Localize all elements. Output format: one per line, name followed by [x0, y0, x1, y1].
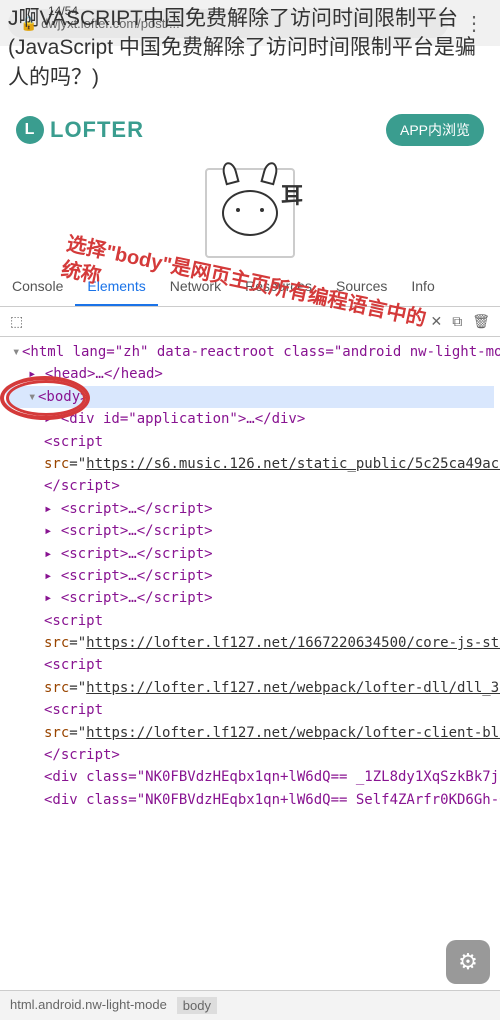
script-src-2[interactable]: src="https://lofter.lf127.net/1667220634…	[6, 632, 494, 654]
script-src-1[interactable]: src="https://s6.music.126.net/static_pub…	[6, 453, 494, 475]
inspect-icon[interactable]: ⬚	[10, 313, 23, 330]
script-line-2[interactable]: <script	[6, 610, 494, 632]
script-line-3[interactable]: <script	[6, 654, 494, 676]
avatar-section: 耳	[0, 154, 500, 268]
tab-network[interactable]: Network	[158, 268, 233, 306]
tab-counter: 14/54	[48, 4, 78, 18]
lofter-header: L LOFTER APP内浏览	[0, 106, 500, 154]
script-collapsed-2[interactable]: ▸ <script>…</script>	[6, 520, 494, 542]
script-line-1[interactable]: <script	[6, 431, 494, 453]
devtools-tab-bar: Console Elements Network Resources Sourc…	[0, 268, 500, 307]
body-tag-line[interactable]: ▾<body>	[6, 386, 494, 408]
browser-address-bar: 14/54 🔒 dwjyxt.lofter.com/post/... ⋮	[0, 0, 500, 46]
script-line-4[interactable]: <script	[6, 699, 494, 721]
script-close-1[interactable]: </script>	[6, 475, 494, 497]
lofter-logo-text: LOFTER	[50, 117, 144, 143]
close-icon[interactable]: ✕	[430, 313, 442, 330]
div-line-2[interactable]: <div class="NK0FBVdzHEqbx1qn+lW6dQ== Sel…	[6, 789, 494, 811]
open-in-app-button[interactable]: APP内浏览	[386, 114, 484, 146]
script-close-4[interactable]: </script>	[6, 744, 494, 766]
breadcrumb-bar: html.android.nw-light-mode body	[0, 990, 500, 1020]
breadcrumb-body[interactable]: body	[177, 997, 217, 1014]
script-src-4[interactable]: src="https://lofter.lf127.net/webpack/lo…	[6, 722, 494, 744]
breadcrumb-html[interactable]: html.android.nw-light-mode	[10, 997, 167, 1014]
tab-elements[interactable]: Elements	[75, 268, 157, 306]
div-line-1[interactable]: <div class="NK0FBVdzHEqbx1qn+lW6dQ== _1Z…	[6, 766, 494, 788]
script-collapsed-1[interactable]: ▸ <script>…</script>	[6, 498, 494, 520]
tab-info[interactable]: Info	[399, 268, 446, 306]
lock-icon: 🔒	[20, 15, 37, 31]
script-src-3[interactable]: src="https://lofter.lf127.net/webpack/lo…	[6, 677, 494, 699]
delete-icon[interactable]: 🗑	[472, 313, 490, 330]
floating-settings-button[interactable]: ⚙	[446, 940, 490, 984]
html-tag-line[interactable]: ▾<html lang="zh" data-reactroot class="a…	[6, 341, 494, 363]
avatar-character: 耳	[281, 178, 303, 210]
red-circle-annotation-2	[6, 380, 86, 416]
elements-source-panel[interactable]: ▾<html lang="zh" data-reactroot class="a…	[0, 337, 500, 957]
tab-sources[interactable]: Sources	[324, 268, 399, 306]
copy-icon[interactable]: ⧉	[452, 313, 462, 330]
lofter-logo-icon: L	[16, 116, 44, 144]
gear-icon: ⚙	[458, 949, 478, 975]
script-collapsed-4[interactable]: ▸ <script>…</script>	[6, 565, 494, 587]
menu-dots-icon[interactable]: ⋮	[456, 11, 492, 36]
script-collapsed-3[interactable]: ▸ <script>…</script>	[6, 543, 494, 565]
head-tag-line[interactable]: ▸ <head>…</head>	[6, 363, 494, 385]
lofter-logo[interactable]: L LOFTER	[16, 116, 144, 144]
user-avatar[interactable]: 耳	[205, 168, 295, 258]
script-collapsed-5[interactable]: ▸ <script>…</script>	[6, 587, 494, 609]
devtools-toolbar: ⬚ ✕ ⧉ 🗑	[0, 307, 500, 337]
tab-resources[interactable]: Resources	[233, 268, 324, 306]
tab-console[interactable]: Console	[0, 268, 75, 306]
